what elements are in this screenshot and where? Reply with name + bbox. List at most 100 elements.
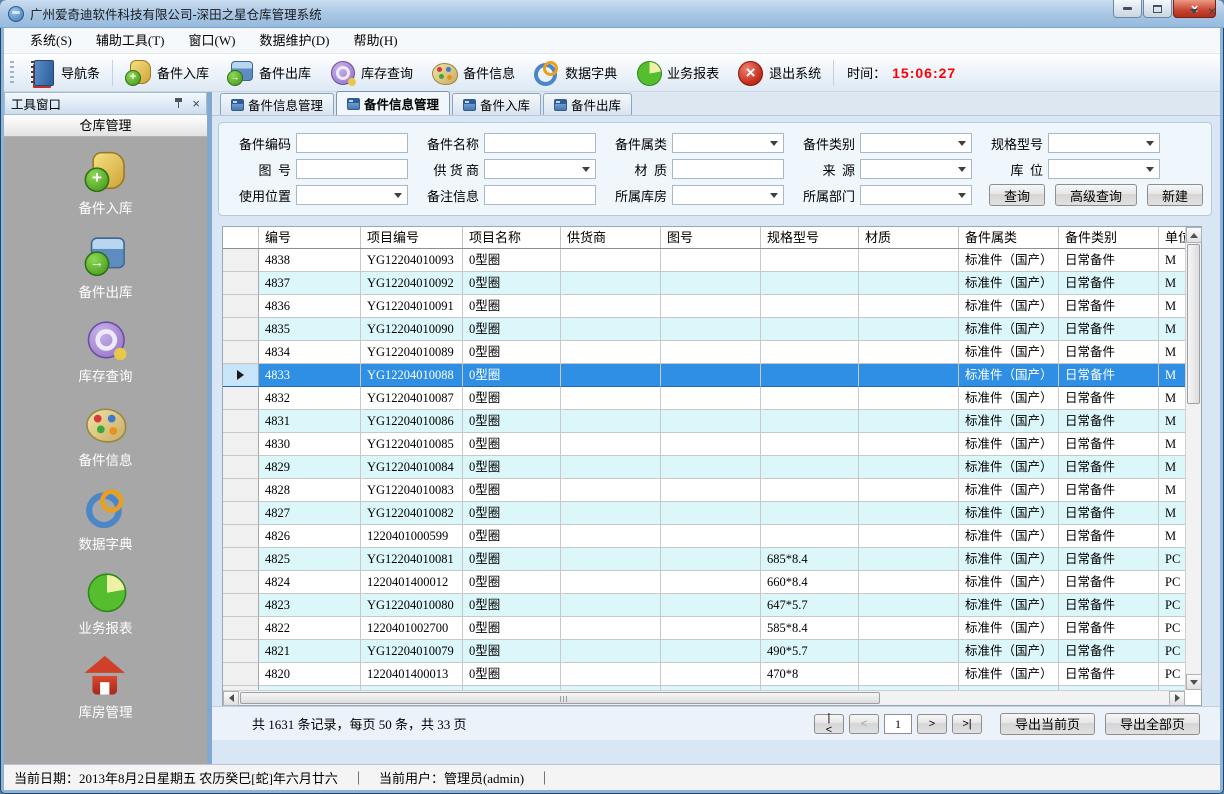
menu-item-3[interactable]: 数据维护(D) [247, 28, 341, 53]
table-row[interactable]: 4828YG122040100830型圈标准件（国产）日常备件M [223, 479, 1185, 502]
row-selector-cell[interactable] [223, 617, 259, 640]
vertical-scrollbar[interactable] [1185, 227, 1201, 690]
menu-item-1[interactable]: 辅助工具(T) [84, 28, 177, 53]
next-page-button[interactable]: > [917, 714, 947, 734]
table-row[interactable]: 4825YG122040100810型圈685*8.4标准件（国产）日常备件PC [223, 548, 1185, 571]
row-selector-cell[interactable] [223, 387, 259, 410]
row-selector-cell[interactable] [223, 364, 259, 387]
scroll-up-button[interactable] [1186, 227, 1202, 243]
toolbar-button-3[interactable]: 库存查询 [320, 57, 422, 89]
row-selector-cell[interactable] [223, 410, 259, 433]
sidebar-item-0[interactable]: 备件入库 [79, 159, 133, 217]
vertical-scroll-thumb[interactable] [1187, 244, 1200, 404]
table-row[interactable]: 482412204014000120型圈660*8.4标准件（国产）日常备件PC [223, 571, 1185, 594]
first-page-button[interactable]: |< [814, 714, 844, 734]
input-备件名称[interactable] [484, 133, 596, 153]
export-all-pages-button[interactable]: 导出全部页 [1105, 713, 1200, 735]
toolbar-button-2[interactable]: 备件出库 [218, 57, 320, 89]
column-header-5[interactable]: 规格型号 [761, 227, 859, 248]
row-selector-cell[interactable] [223, 249, 259, 272]
table-row[interactable]: 482612204010005990型圈标准件（国产）日常备件M [223, 525, 1185, 548]
row-selector-cell[interactable] [223, 640, 259, 663]
row-selector-cell[interactable] [223, 571, 259, 594]
table-row[interactable]: 482012204014000130型圈470*8标准件（国产）日常备件PC [223, 663, 1185, 686]
pin-icon[interactable] [173, 98, 184, 109]
select-备件属类[interactable] [672, 133, 784, 153]
scroll-right-button[interactable] [1169, 691, 1185, 706]
table-row[interactable]: 4830YG122040100850型圈标准件（国产）日常备件M [223, 433, 1185, 456]
select-所属部门[interactable] [860, 185, 972, 205]
select-规格型号[interactable] [1048, 133, 1160, 153]
tab-list-dropdown-icon[interactable] [1190, 9, 1198, 14]
toolbar-button-1[interactable]: 备件入库 [116, 57, 218, 89]
row-selector-cell[interactable] [223, 456, 259, 479]
tab-3[interactable]: 备件出库 [543, 93, 632, 115]
table-row[interactable]: 4838YG122040100930型圈标准件（国产）日常备件M [223, 249, 1185, 272]
row-selector-cell[interactable] [223, 663, 259, 686]
prev-page-button[interactable]: < [849, 714, 879, 734]
row-selector-cell[interactable] [223, 318, 259, 341]
toolbar-button-7[interactable]: 退出系统 [728, 57, 830, 89]
row-selector-cell[interactable] [223, 479, 259, 502]
row-selector-cell[interactable] [223, 272, 259, 295]
form-button-0[interactable]: 查询 [989, 184, 1045, 206]
toolbar-button-4[interactable]: 备件信息 [422, 57, 524, 89]
table-row[interactable]: 4836YG122040100910型圈标准件（国产）日常备件M [223, 295, 1185, 318]
input-备注信息[interactable] [484, 185, 596, 205]
input-图 号[interactable] [296, 159, 408, 179]
column-header-4[interactable]: 图号 [661, 227, 761, 248]
table-row[interactable]: 482212204010027000型圈585*8.4标准件（国产）日常备件PC [223, 617, 1185, 640]
table-row[interactable]: 4823YG122040100800型圈647*5.7标准件（国产）日常备件PC [223, 594, 1185, 617]
sidebar-item-2[interactable]: 库存查询 [79, 327, 133, 385]
table-row[interactable]: 4835YG122040100900型圈标准件（国产）日常备件M [223, 318, 1185, 341]
form-button-1[interactable]: 高级查询 [1055, 184, 1137, 206]
minimize-button[interactable] [1113, 0, 1142, 18]
table-row[interactable]: 4831YG122040100860型圈标准件（国产）日常备件M [223, 410, 1185, 433]
sidebar-item-6[interactable]: 库房管理 [79, 663, 133, 721]
sidebar-item-5[interactable]: 业务报表 [79, 579, 133, 637]
table-row[interactable]: 4833YG122040100880型圈标准件（国产）日常备件M [223, 364, 1185, 387]
maximize-button[interactable] [1143, 0, 1172, 18]
row-selector-cell[interactable] [223, 594, 259, 617]
toolbar-button-0[interactable]: 导航条 [20, 57, 109, 89]
menu-item-4[interactable]: 帮助(H) [341, 28, 409, 53]
input-材 质[interactable] [672, 159, 784, 179]
select-备件类别[interactable] [860, 133, 972, 153]
last-page-button[interactable]: >| [952, 714, 982, 734]
tab-close-icon[interactable]: × [1208, 5, 1216, 17]
row-selector-cell[interactable] [223, 525, 259, 548]
row-selector-cell[interactable] [223, 548, 259, 571]
sidebar-item-1[interactable]: 备件出库 [79, 243, 133, 301]
row-selector-cell[interactable] [223, 295, 259, 318]
menu-item-2[interactable]: 窗口(W) [177, 28, 248, 53]
toolbar-button-6[interactable]: 业务报表 [626, 57, 728, 89]
column-header-3[interactable]: 供货商 [561, 227, 661, 248]
horizontal-scroll-thumb[interactable] [240, 692, 880, 704]
tab-0[interactable]: 备件信息管理 [220, 93, 334, 115]
scroll-down-button[interactable] [1186, 674, 1202, 690]
select-使用位置[interactable] [296, 185, 408, 205]
sidebar-close-icon[interactable]: × [192, 98, 200, 109]
column-header-7[interactable]: 备件属类 [959, 227, 1059, 248]
toolbar-grip[interactable] [10, 61, 14, 85]
export-current-page-button[interactable]: 导出当前页 [1000, 713, 1095, 735]
sidebar-item-3[interactable]: 备件信息 [79, 411, 133, 469]
table-row[interactable]: 4821YG122040100790型圈490*5.7标准件（国产）日常备件PC [223, 640, 1185, 663]
table-row[interactable]: 4827YG122040100820型圈标准件（国产）日常备件M [223, 502, 1185, 525]
input-备件编码[interactable] [296, 133, 408, 153]
form-button-2[interactable]: 新建 [1147, 184, 1203, 206]
row-selector-cell[interactable] [223, 433, 259, 456]
select-库 位[interactable] [1048, 159, 1160, 179]
sidebar-item-4[interactable]: 数据字典 [79, 495, 133, 553]
toolbar-button-5[interactable]: 数据字典 [524, 57, 626, 89]
sidebar-section-header[interactable]: 仓库管理 [4, 115, 207, 137]
table-row[interactable]: 4829YG122040100840型圈标准件（国产）日常备件M [223, 456, 1185, 479]
tab-2[interactable]: 备件入库 [452, 93, 541, 115]
row-selector-cell[interactable] [223, 502, 259, 525]
page-number-input[interactable]: 1 [884, 714, 912, 734]
column-header-1[interactable]: 项目编号 [361, 227, 463, 248]
horizontal-scrollbar[interactable] [223, 690, 1185, 705]
table-row[interactable]: 4834YG122040100890型圈标准件（国产）日常备件M [223, 341, 1185, 364]
menu-item-0[interactable]: 系统(S) [18, 28, 84, 53]
column-header-2[interactable]: 项目名称 [463, 227, 561, 248]
